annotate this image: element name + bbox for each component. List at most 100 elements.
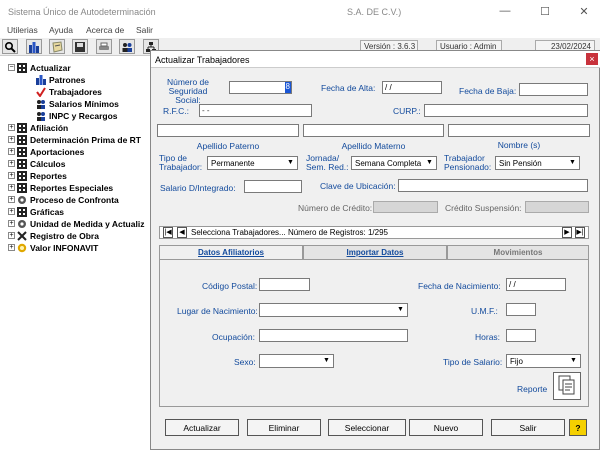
nombres-label: Nombre (s) bbox=[497, 140, 541, 150]
grid-icon bbox=[17, 146, 27, 157]
first-record-button[interactable]: |◀ bbox=[163, 227, 173, 238]
tree-item-label: Gráficas bbox=[30, 206, 65, 217]
rfc-input[interactable]: - - bbox=[199, 104, 312, 117]
seleccionar-button[interactable]: Seleccionar bbox=[328, 419, 406, 436]
tools-icon bbox=[17, 230, 27, 241]
expand-icon[interactable]: + bbox=[8, 124, 15, 131]
next-record-button[interactable]: ▶ bbox=[562, 227, 572, 238]
tree-item-prima-rt[interactable]: + Determinación Prima de RT bbox=[8, 134, 141, 145]
tree-item-reportes-especiales[interactable]: + Reportes Especiales bbox=[8, 182, 113, 193]
tree-item-registro-obra[interactable]: + Registro de Obra bbox=[8, 230, 99, 241]
menu-acerca[interactable]: Acerca de bbox=[86, 25, 124, 35]
menu-utilerias[interactable]: Utilerias bbox=[7, 25, 38, 35]
sexo-label: Sexo: bbox=[234, 357, 256, 367]
help-button[interactable]: ? bbox=[569, 419, 587, 436]
tipo-trabajador-select[interactable]: Permanente ▼ bbox=[207, 156, 298, 170]
pensionado-select[interactable]: Sin Pensión ▼ bbox=[495, 156, 580, 170]
apellido-paterno-input[interactable] bbox=[157, 124, 299, 137]
tree-item-infonavit[interactable]: + Valor INFONAVIT bbox=[8, 242, 98, 253]
tree-item-reportes[interactable]: + Reportes bbox=[8, 170, 67, 181]
minimize-button[interactable]: — bbox=[497, 4, 513, 18]
fecha-nacimiento-input[interactable]: / / bbox=[506, 278, 566, 291]
expand-icon[interactable]: + bbox=[8, 148, 15, 155]
buildings-icon[interactable] bbox=[26, 39, 42, 54]
tree-item-inpc-recargos[interactable]: INPC y Recargos bbox=[36, 110, 118, 121]
tab-importar-datos[interactable]: Importar Datos bbox=[303, 245, 447, 260]
tree-item-aportaciones[interactable]: + Aportaciones bbox=[8, 146, 84, 157]
nss-input[interactable]: 8 bbox=[229, 81, 292, 94]
save-icon[interactable] bbox=[72, 39, 88, 54]
search-icon[interactable] bbox=[2, 39, 18, 54]
tree-item-uma[interactable]: + Unidad de Medida y Actualiz bbox=[8, 218, 144, 229]
tree-item-confronta[interactable]: + Proceso de Confronta bbox=[8, 194, 119, 205]
tree-item-salarios-minimos[interactable]: Salarios Mínimos bbox=[36, 98, 119, 109]
expand-icon[interactable]: + bbox=[8, 136, 15, 143]
fecha-baja-label: Fecha de Baja: bbox=[459, 86, 517, 96]
tree-item-label: Actualizar bbox=[30, 62, 71, 73]
menu-ayuda[interactable]: Ayuda bbox=[49, 25, 73, 35]
coin-icon bbox=[17, 243, 27, 252]
numero-credito-input bbox=[373, 201, 438, 213]
dialog-close-button[interactable]: × bbox=[586, 53, 598, 65]
tree-item-label: Afiliación bbox=[30, 122, 69, 133]
close-button[interactable]: ✕ bbox=[576, 4, 592, 18]
users-icon[interactable] bbox=[119, 39, 135, 54]
tree-item-patrones[interactable]: Patrones bbox=[36, 74, 85, 85]
report-icon[interactable] bbox=[553, 372, 581, 400]
tipo-salario-select[interactable]: Fijo ▼ bbox=[506, 354, 581, 368]
expand-icon[interactable]: + bbox=[8, 172, 15, 179]
maximize-button[interactable]: ☐ bbox=[537, 4, 553, 18]
expand-icon[interactable]: + bbox=[8, 184, 15, 191]
umf-input[interactable] bbox=[506, 303, 536, 316]
salario-input[interactable] bbox=[244, 180, 302, 193]
chevron-down-icon: ▼ bbox=[426, 159, 433, 166]
ocupacion-label: Ocupación: bbox=[212, 332, 255, 342]
collapse-icon[interactable]: − bbox=[8, 64, 15, 71]
chevron-down-icon: ▼ bbox=[397, 306, 404, 313]
expand-icon[interactable]: + bbox=[8, 160, 15, 167]
eliminar-button[interactable]: Eliminar bbox=[247, 419, 321, 436]
sexo-select[interactable]: ▼ bbox=[259, 354, 334, 368]
prev-record-button[interactable]: ◀ bbox=[177, 227, 187, 238]
window-title-suffix: S.A. DE C.V.) bbox=[347, 7, 402, 17]
jornada-label: Jornada/ Sem. Red.: bbox=[306, 153, 349, 172]
tab-datos-afiliatorios[interactable]: Datos Afiliatorios bbox=[159, 245, 303, 260]
gear-icon bbox=[18, 195, 26, 204]
expand-icon[interactable]: + bbox=[8, 220, 15, 227]
last-record-button[interactable]: ▶| bbox=[575, 227, 585, 238]
actualizar-button[interactable]: Actualizar bbox=[165, 419, 239, 436]
nuevo-button[interactable]: Nuevo bbox=[409, 419, 483, 436]
document-icon[interactable] bbox=[49, 39, 65, 54]
menu-salir[interactable]: Salir bbox=[136, 25, 153, 35]
grid-icon bbox=[17, 62, 27, 73]
horas-input[interactable] bbox=[506, 329, 536, 342]
apellido-materno-input[interactable] bbox=[303, 124, 444, 137]
printer-icon[interactable] bbox=[96, 39, 112, 54]
tree-item-calculos[interactable]: + Cálculos bbox=[8, 158, 65, 169]
tab-movimientos[interactable]: Movimientos bbox=[447, 245, 589, 260]
tree-item-actualizar[interactable]: − Actualizar bbox=[8, 62, 71, 73]
record-count-text: Selecciona Trabajadores... Número de Reg… bbox=[191, 228, 388, 237]
ocupacion-input[interactable] bbox=[259, 329, 408, 342]
tree-item-label: Determinación Prima de RT bbox=[30, 134, 142, 145]
expand-icon[interactable]: + bbox=[8, 232, 15, 239]
fecha-alta-input[interactable]: / / bbox=[382, 81, 442, 94]
expand-icon[interactable]: + bbox=[8, 196, 15, 203]
jornada-select[interactable]: Semana Completa ▼ bbox=[351, 156, 437, 170]
lugar-nacimiento-select[interactable]: ▼ bbox=[259, 303, 408, 317]
tree-item-label: Salarios Mínimos bbox=[49, 98, 119, 109]
expand-icon[interactable]: + bbox=[8, 208, 15, 215]
tree-item-afiliacion[interactable]: + Afiliación bbox=[8, 122, 68, 133]
expand-icon[interactable]: + bbox=[8, 244, 15, 251]
fecha-baja-input[interactable] bbox=[519, 83, 588, 96]
tree-item-graficas[interactable]: + Gráficas bbox=[8, 206, 64, 217]
nombres-input[interactable] bbox=[448, 124, 590, 137]
tree-item-trabajadores[interactable]: Trabajadores bbox=[36, 86, 102, 97]
datos-afiliatorios-panel: Código Postal: Fecha de Nacimiento: / / … bbox=[159, 259, 589, 407]
reporte-label: Reporte bbox=[517, 384, 548, 394]
curp-input[interactable] bbox=[424, 104, 588, 117]
codigo-postal-label: Código Postal: bbox=[202, 281, 258, 291]
codigo-postal-input[interactable] bbox=[259, 278, 310, 291]
clave-ubicacion-input[interactable] bbox=[398, 179, 588, 192]
salir-button[interactable]: Salir bbox=[491, 419, 565, 436]
